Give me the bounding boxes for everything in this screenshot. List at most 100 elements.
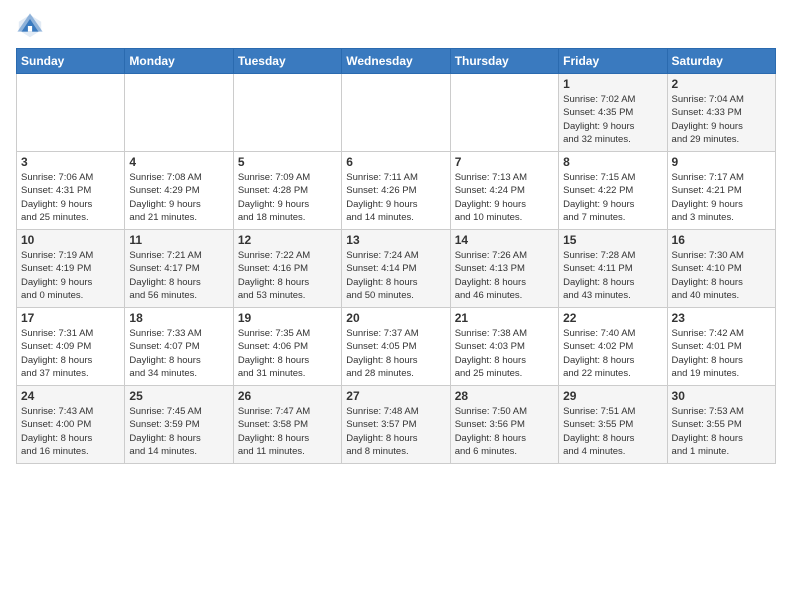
cell-day — [450, 74, 558, 152]
day-info: Sunrise: 7:30 AM Sunset: 4:10 PM Dayligh… — [672, 249, 771, 302]
week-row-1: 1Sunrise: 7:02 AM Sunset: 4:35 PM Daylig… — [17, 74, 776, 152]
cell-day — [125, 74, 233, 152]
cell-day: 9 Sunrise: 7:17 AM Sunset: 4:21 PM Daylig… — [667, 152, 775, 230]
cell-day: 1Sunrise: 7:02 AM Sunset: 4:35 PM Daylig… — [559, 74, 667, 152]
day-info: Sunrise: 7:45 AM Sunset: 3:59 PM Dayligh… — [129, 405, 228, 458]
logo-icon — [16, 12, 44, 40]
day-number: 17 — [21, 311, 120, 325]
day-number: 12 — [238, 233, 337, 247]
header-row: SundayMondayTuesdayWednesdayThursdayFrid… — [17, 49, 776, 74]
cell-day — [342, 74, 450, 152]
day-number: 9 — [672, 155, 771, 169]
day-info: Sunrise: 7:53 AM Sunset: 3:55 PM Dayligh… — [672, 405, 771, 458]
day-info: Sunrise: 7:11 AM Sunset: 4:26 PM Dayligh… — [346, 171, 445, 224]
day-info: Sunrise: 7:09 AM Sunset: 4:28 PM Dayligh… — [238, 171, 337, 224]
day-number: 2 — [672, 77, 771, 91]
cell-day: 18 Sunrise: 7:33 AM Sunset: 4:07 PM Dayli… — [125, 308, 233, 386]
day-info: Sunrise: 7:37 AM Sunset: 4:05 PM Dayligh… — [346, 327, 445, 380]
cell-day: 15 Sunrise: 7:28 AM Sunset: 4:11 PM Dayli… — [559, 230, 667, 308]
day-info: Sunrise: 7:24 AM Sunset: 4:14 PM Dayligh… — [346, 249, 445, 302]
day-info: Sunrise: 7:47 AM Sunset: 3:58 PM Dayligh… — [238, 405, 337, 458]
day-number: 30 — [672, 389, 771, 403]
day-number: 29 — [563, 389, 662, 403]
day-number: 23 — [672, 311, 771, 325]
day-number: 18 — [129, 311, 228, 325]
day-number: 25 — [129, 389, 228, 403]
day-info: Sunrise: 7:15 AM Sunset: 4:22 PM Dayligh… — [563, 171, 662, 224]
cell-day: 14 Sunrise: 7:26 AM Sunset: 4:13 PM Dayli… — [450, 230, 558, 308]
day-number: 26 — [238, 389, 337, 403]
day-number: 11 — [129, 233, 228, 247]
cell-day: 11 Sunrise: 7:21 AM Sunset: 4:17 PM Dayli… — [125, 230, 233, 308]
day-number: 19 — [238, 311, 337, 325]
cell-day — [233, 74, 341, 152]
day-info: Sunrise: 7:35 AM Sunset: 4:06 PM Dayligh… — [238, 327, 337, 380]
page: SundayMondayTuesdayWednesdayThursdayFrid… — [0, 0, 792, 472]
col-header-monday: Monday — [125, 49, 233, 74]
day-info: Sunrise: 7:28 AM Sunset: 4:11 PM Dayligh… — [563, 249, 662, 302]
day-info: Sunrise: 7:50 AM Sunset: 3:56 PM Dayligh… — [455, 405, 554, 458]
day-number: 16 — [672, 233, 771, 247]
day-info: Sunrise: 7:13 AM Sunset: 4:24 PM Dayligh… — [455, 171, 554, 224]
day-number: 3 — [21, 155, 120, 169]
day-number: 15 — [563, 233, 662, 247]
day-number: 5 — [238, 155, 337, 169]
header — [16, 12, 776, 40]
cell-day: 10 Sunrise: 7:19 AM Sunset: 4:19 PM Dayli… — [17, 230, 125, 308]
day-number: 21 — [455, 311, 554, 325]
cell-day: 21Sunrise: 7:38 AM Sunset: 4:03 PM Dayli… — [450, 308, 558, 386]
col-header-sunday: Sunday — [17, 49, 125, 74]
day-number: 10 — [21, 233, 120, 247]
cell-day: 29 Sunrise: 7:51 AM Sunset: 3:55 PM Dayli… — [559, 386, 667, 464]
day-info: Sunrise: 7:19 AM Sunset: 4:19 PM Dayligh… — [21, 249, 120, 302]
day-info: Sunrise: 7:43 AM Sunset: 4:00 PM Dayligh… — [21, 405, 120, 458]
cell-day: 4Sunrise: 7:08 AM Sunset: 4:29 PM Daylig… — [125, 152, 233, 230]
cell-day: 22 Sunrise: 7:40 AM Sunset: 4:02 PM Dayli… — [559, 308, 667, 386]
cell-day: 13 Sunrise: 7:24 AM Sunset: 4:14 PM Dayli… — [342, 230, 450, 308]
week-row-3: 10 Sunrise: 7:19 AM Sunset: 4:19 PM Dayli… — [17, 230, 776, 308]
day-info: Sunrise: 7:21 AM Sunset: 4:17 PM Dayligh… — [129, 249, 228, 302]
col-header-saturday: Saturday — [667, 49, 775, 74]
col-header-friday: Friday — [559, 49, 667, 74]
col-header-wednesday: Wednesday — [342, 49, 450, 74]
day-number: 27 — [346, 389, 445, 403]
cell-day: 26 Sunrise: 7:47 AM Sunset: 3:58 PM Dayli… — [233, 386, 341, 464]
cell-day: 6 Sunrise: 7:11 AM Sunset: 4:26 PM Daylig… — [342, 152, 450, 230]
day-info: Sunrise: 7:17 AM Sunset: 4:21 PM Dayligh… — [672, 171, 771, 224]
cell-day: 5 Sunrise: 7:09 AM Sunset: 4:28 PM Daylig… — [233, 152, 341, 230]
day-info: Sunrise: 7:02 AM Sunset: 4:35 PM Dayligh… — [563, 93, 662, 146]
col-header-tuesday: Tuesday — [233, 49, 341, 74]
cell-day: 7Sunrise: 7:13 AM Sunset: 4:24 PM Daylig… — [450, 152, 558, 230]
cell-day: 17 Sunrise: 7:31 AM Sunset: 4:09 PM Dayli… — [17, 308, 125, 386]
week-row-5: 24 Sunrise: 7:43 AM Sunset: 4:00 PM Dayli… — [17, 386, 776, 464]
day-info: Sunrise: 7:04 AM Sunset: 4:33 PM Dayligh… — [672, 93, 771, 146]
day-number: 13 — [346, 233, 445, 247]
day-number: 22 — [563, 311, 662, 325]
cell-day: 28Sunrise: 7:50 AM Sunset: 3:56 PM Dayli… — [450, 386, 558, 464]
day-number: 20 — [346, 311, 445, 325]
cell-day: 23 Sunrise: 7:42 AM Sunset: 4:01 PM Dayli… — [667, 308, 775, 386]
day-info: Sunrise: 7:31 AM Sunset: 4:09 PM Dayligh… — [21, 327, 120, 380]
day-info: Sunrise: 7:40 AM Sunset: 4:02 PM Dayligh… — [563, 327, 662, 380]
day-info: Sunrise: 7:33 AM Sunset: 4:07 PM Dayligh… — [129, 327, 228, 380]
week-row-2: 3 Sunrise: 7:06 AM Sunset: 4:31 PM Daylig… — [17, 152, 776, 230]
cell-day: 20 Sunrise: 7:37 AM Sunset: 4:05 PM Dayli… — [342, 308, 450, 386]
day-info: Sunrise: 7:06 AM Sunset: 4:31 PM Dayligh… — [21, 171, 120, 224]
cell-day — [17, 74, 125, 152]
day-info: Sunrise: 7:22 AM Sunset: 4:16 PM Dayligh… — [238, 249, 337, 302]
col-header-thursday: Thursday — [450, 49, 558, 74]
day-number: 8 — [563, 155, 662, 169]
cell-day: 8 Sunrise: 7:15 AM Sunset: 4:22 PM Daylig… — [559, 152, 667, 230]
cell-day: 19 Sunrise: 7:35 AM Sunset: 4:06 PM Dayli… — [233, 308, 341, 386]
day-info: Sunrise: 7:26 AM Sunset: 4:13 PM Dayligh… — [455, 249, 554, 302]
day-number: 6 — [346, 155, 445, 169]
day-info: Sunrise: 7:51 AM Sunset: 3:55 PM Dayligh… — [563, 405, 662, 458]
day-info: Sunrise: 7:08 AM Sunset: 4:29 PM Dayligh… — [129, 171, 228, 224]
day-number: 24 — [21, 389, 120, 403]
day-info: Sunrise: 7:42 AM Sunset: 4:01 PM Dayligh… — [672, 327, 771, 380]
cell-day: 2 Sunrise: 7:04 AM Sunset: 4:33 PM Daylig… — [667, 74, 775, 152]
day-number: 14 — [455, 233, 554, 247]
calendar-table: SundayMondayTuesdayWednesdayThursdayFrid… — [16, 48, 776, 464]
cell-day: 24 Sunrise: 7:43 AM Sunset: 4:00 PM Dayli… — [17, 386, 125, 464]
logo — [16, 12, 48, 40]
